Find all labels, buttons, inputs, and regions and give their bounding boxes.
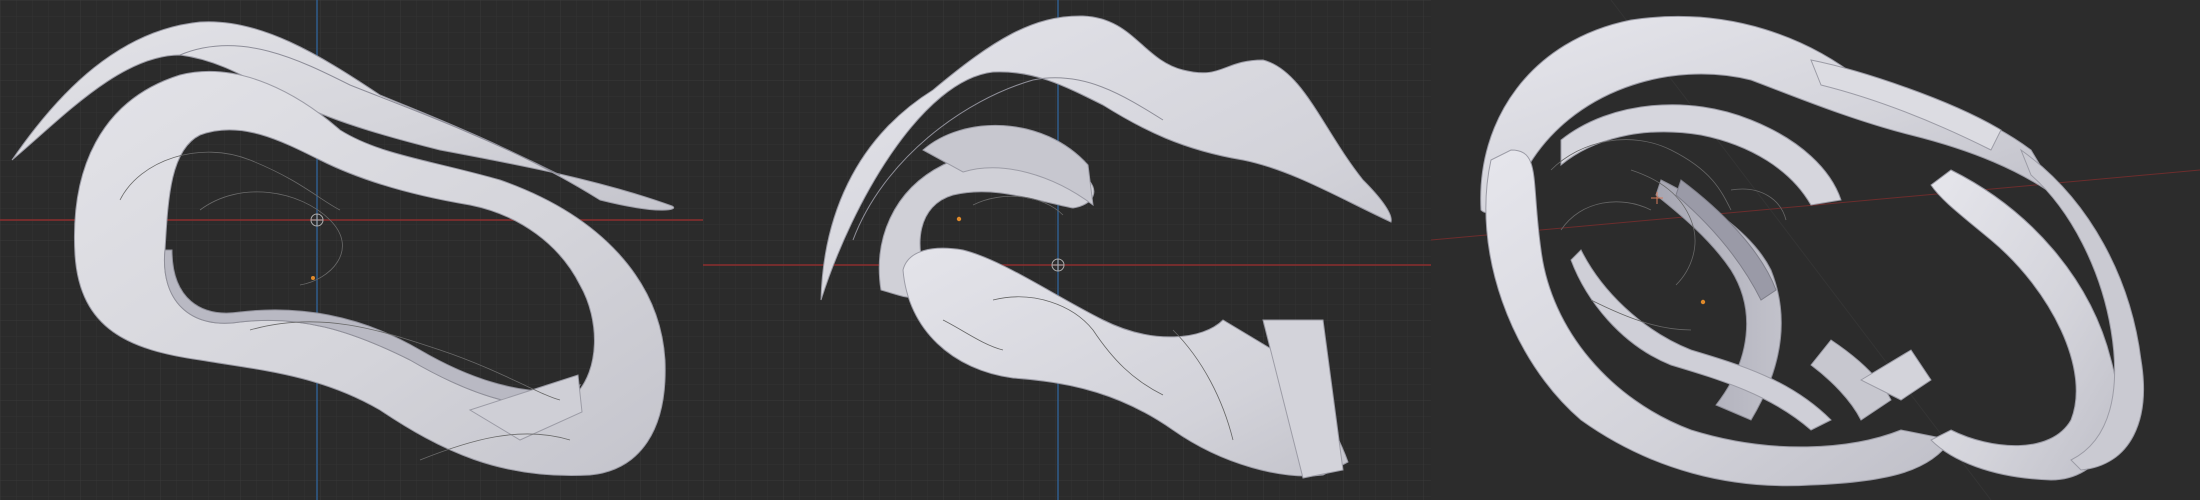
pivot-dot xyxy=(1700,299,1706,305)
viewport-perspective-canvas[interactable] xyxy=(1431,0,2200,500)
origin-marker xyxy=(310,213,324,227)
pivot-dot xyxy=(956,216,962,222)
viewport-top[interactable] xyxy=(0,0,703,500)
viewport-front-canvas[interactable] xyxy=(703,0,1431,500)
viewport-perspective[interactable] xyxy=(1431,0,2200,500)
viewport-strip xyxy=(0,0,2200,500)
origin-marker xyxy=(1051,258,1065,272)
pivot-dot xyxy=(311,276,315,280)
viewport-front[interactable] xyxy=(703,0,1431,500)
viewport-top-canvas[interactable] xyxy=(0,0,703,500)
